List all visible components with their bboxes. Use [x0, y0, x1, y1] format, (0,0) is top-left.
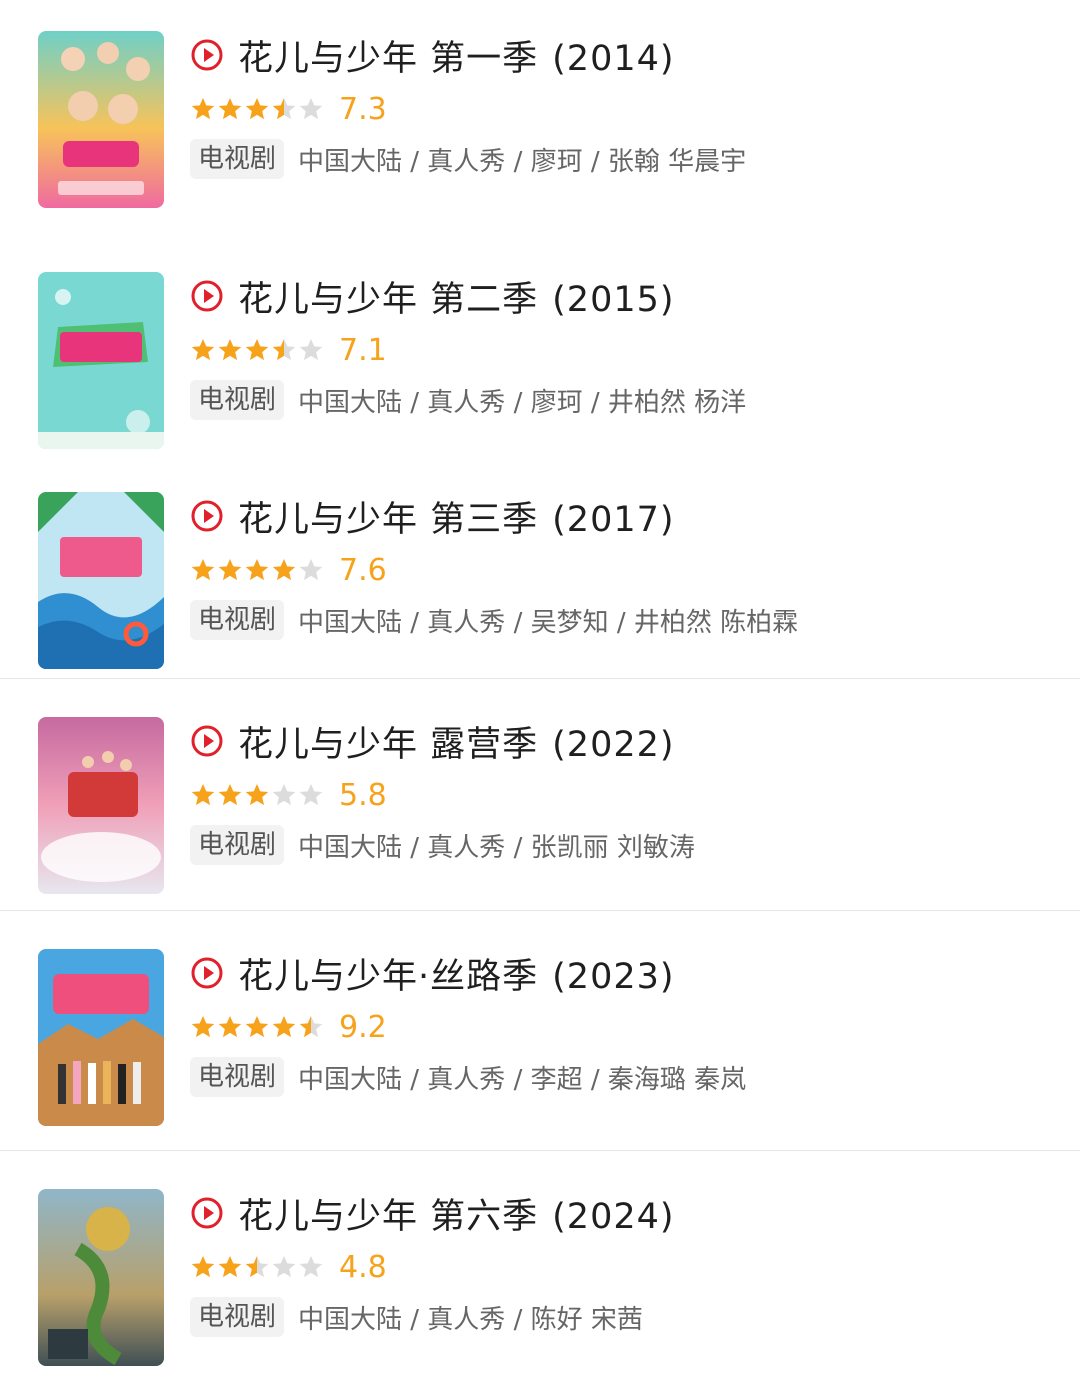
star-icon [191, 97, 215, 120]
title-row[interactable]: 花儿与少年 第一季 (2014) [190, 31, 675, 79]
poster-image[interactable] [38, 717, 164, 894]
meta-row: 电视剧 中国大陆 / 真人秀 / 吴梦知 / 井柏然 陈柏霖 [190, 599, 798, 641]
star-icon [218, 1015, 242, 1038]
category-tag: 电视剧 [190, 825, 285, 865]
poster-image[interactable] [38, 1189, 164, 1366]
meta-row: 电视剧 中国大陆 / 真人秀 / 陈好 宋茜 [190, 1296, 643, 1338]
rating-score: 7.6 [339, 552, 387, 588]
play-circle-icon[interactable] [190, 956, 224, 990]
item-title[interactable]: 花儿与少年 第六季 (2024) [238, 1188, 675, 1239]
item-info: 中国大陆 / 真人秀 / 张凯丽 刘敏涛 [298, 832, 695, 863]
star-icon [272, 97, 296, 120]
star-icon [272, 783, 296, 806]
star-rating [190, 96, 325, 122]
item-info: 中国大陆 / 真人秀 / 廖珂 / 井柏然 杨洋 [298, 387, 747, 418]
rating-row: 5.8 [190, 777, 387, 813]
item-info: 中国大陆 / 真人秀 / 廖珂 / 张翰 华晨宇 [298, 146, 747, 177]
title-row[interactable]: 花儿与少年 第二季 (2015) [190, 272, 675, 320]
item-info: 中国大陆 / 真人秀 / 陈好 宋茜 [298, 1304, 643, 1335]
star-icon [191, 1255, 215, 1278]
star-icon [245, 97, 269, 120]
rating-row: 9.2 [190, 1009, 387, 1045]
star-icon [191, 1015, 215, 1038]
rating-row: 7.3 [190, 91, 387, 127]
item-title[interactable]: 花儿与少年 第三季 (2017) [238, 491, 675, 542]
divider [0, 910, 1080, 911]
meta-row: 电视剧 中国大陆 / 真人秀 / 廖珂 / 张翰 华晨宇 [190, 138, 746, 180]
divider [0, 678, 1080, 679]
play-circle-icon[interactable] [190, 724, 224, 758]
rating-score: 5.8 [339, 777, 387, 813]
title-row[interactable]: 花儿与少年 第六季 (2024) [190, 1189, 675, 1237]
play-circle-icon[interactable] [190, 1196, 224, 1230]
star-icon [299, 1015, 323, 1038]
star-icon [245, 1015, 269, 1038]
star-icon [272, 1015, 296, 1038]
star-rating [190, 1254, 325, 1280]
star-icon [272, 1255, 296, 1278]
play-circle-icon[interactable] [190, 38, 224, 72]
rating-score: 4.8 [339, 1249, 387, 1285]
star-icon [299, 97, 323, 120]
star-icon [218, 1255, 242, 1278]
item-title[interactable]: 花儿与少年 第二季 (2015) [238, 271, 675, 322]
category-tag: 电视剧 [190, 600, 285, 640]
poster-image[interactable] [38, 31, 164, 208]
rating-row: 4.8 [190, 1249, 387, 1285]
star-icon [299, 1255, 323, 1278]
title-row[interactable]: 花儿与少年 露营季 (2022) [190, 717, 675, 765]
title-row[interactable]: 花儿与少年 第三季 (2017) [190, 492, 675, 540]
poster-image[interactable] [38, 492, 164, 669]
star-icon [299, 783, 323, 806]
star-icon [218, 338, 242, 361]
rating-score: 9.2 [339, 1009, 387, 1045]
star-icon [218, 97, 242, 120]
title-row[interactable]: 花儿与少年·丝路季 (2023) [190, 949, 675, 997]
meta-row: 电视剧 中国大陆 / 真人秀 / 李超 / 秦海璐 秦岚 [190, 1056, 746, 1098]
meta-row: 电视剧 中国大陆 / 真人秀 / 张凯丽 刘敏涛 [190, 824, 695, 866]
category-tag: 电视剧 [190, 1297, 285, 1337]
rating-row: 7.1 [190, 332, 387, 368]
star-icon [245, 783, 269, 806]
star-icon [191, 558, 215, 581]
star-icon [272, 338, 296, 361]
star-icon [245, 338, 269, 361]
star-icon [299, 558, 323, 581]
rating-score: 7.3 [339, 91, 387, 127]
star-icon [218, 558, 242, 581]
poster-image[interactable] [38, 949, 164, 1126]
star-icon [218, 783, 242, 806]
item-title[interactable]: 花儿与少年·丝路季 (2023) [238, 948, 675, 999]
divider [0, 1150, 1080, 1151]
category-tag: 电视剧 [190, 139, 285, 179]
rating-score: 7.1 [339, 332, 387, 368]
poster-image[interactable] [38, 272, 164, 449]
item-title[interactable]: 花儿与少年 第一季 (2014) [238, 30, 675, 81]
play-circle-icon[interactable] [190, 499, 224, 533]
rating-row: 7.6 [190, 552, 387, 588]
star-rating [190, 557, 325, 583]
meta-row: 电视剧 中国大陆 / 真人秀 / 廖珂 / 井柏然 杨洋 [190, 379, 746, 421]
category-tag: 电视剧 [190, 380, 285, 420]
item-info: 中国大陆 / 真人秀 / 吴梦知 / 井柏然 陈柏霖 [298, 607, 799, 638]
play-circle-icon[interactable] [190, 279, 224, 313]
star-rating [190, 337, 325, 363]
item-title[interactable]: 花儿与少年 露营季 (2022) [238, 716, 675, 767]
star-icon [245, 1255, 269, 1278]
star-rating [190, 782, 325, 808]
item-info: 中国大陆 / 真人秀 / 李超 / 秦海璐 秦岚 [298, 1064, 747, 1095]
star-icon [272, 558, 296, 581]
star-icon [191, 338, 215, 361]
star-icon [299, 338, 323, 361]
star-icon [191, 783, 215, 806]
category-tag: 电视剧 [190, 1057, 285, 1097]
star-icon [245, 558, 269, 581]
star-rating [190, 1014, 325, 1040]
